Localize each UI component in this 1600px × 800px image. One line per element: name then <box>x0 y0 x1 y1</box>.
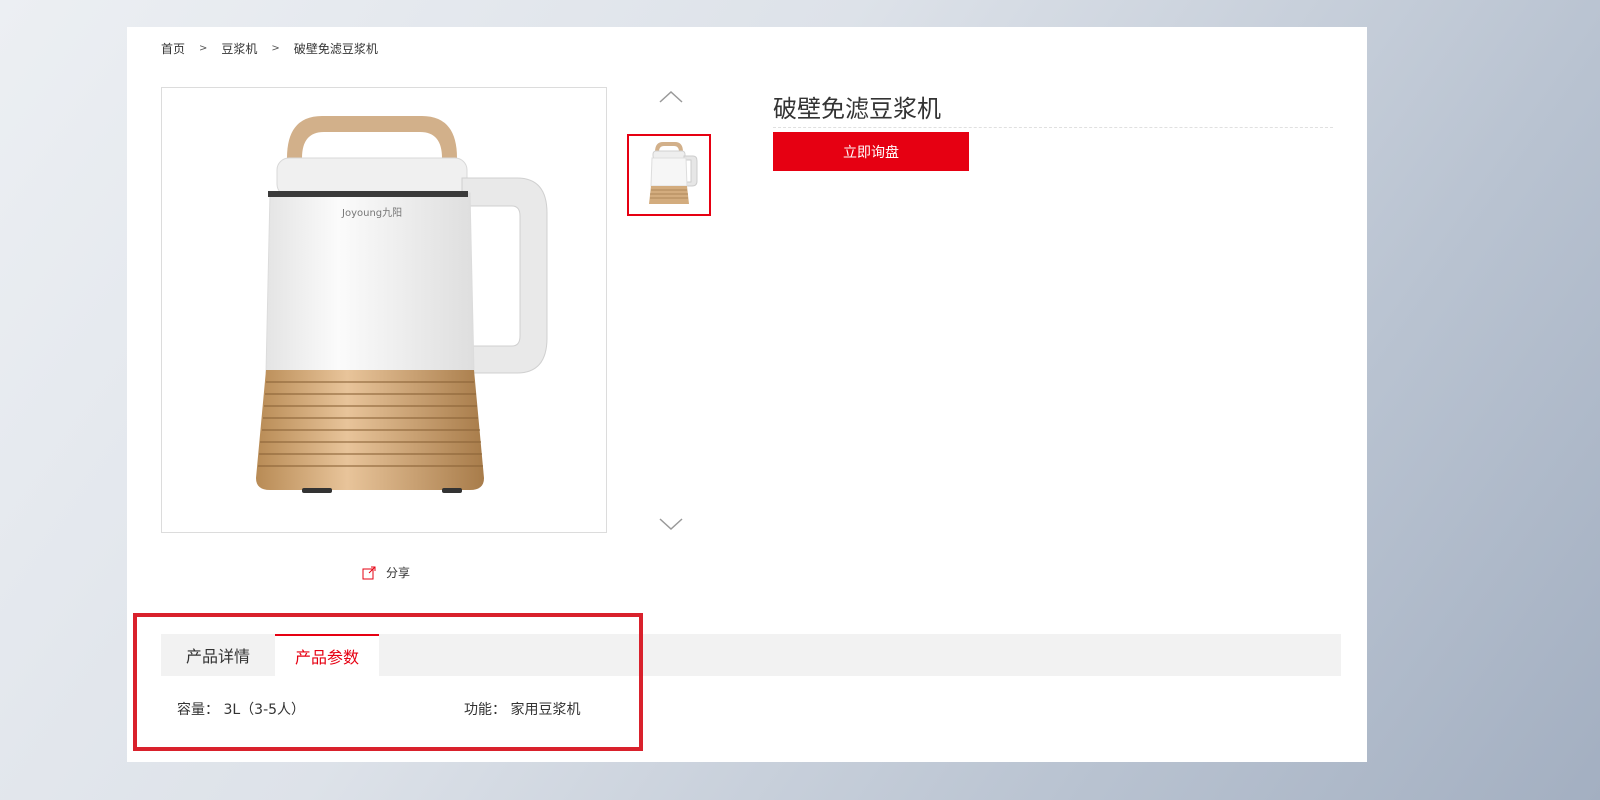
share-label: 分享 <box>386 566 411 580</box>
param-label: 容量： <box>177 702 219 718</box>
product-title: 破壁免滤豆浆机 <box>773 95 941 123</box>
product-tabs: 产品详情 产品参数 <box>161 634 1341 676</box>
param-function: 功能： 家用豆浆机 <box>464 699 580 719</box>
share-icon <box>362 566 376 580</box>
breadcrumb-separator: > <box>199 43 208 54</box>
chevron-down-icon <box>659 518 683 531</box>
param-value: 家用豆浆机 <box>510 702 581 718</box>
thumbnail-scroll-down-button[interactable] <box>657 514 685 534</box>
tab-product-params[interactable]: 产品参数 <box>275 634 379 676</box>
product-thumbnail[interactable] <box>627 134 711 216</box>
param-value: 3L（3-5人） <box>223 702 306 718</box>
breadcrumb-current: 破壁免滤豆浆机 <box>293 42 378 56</box>
thumbnail-scroll-up-button[interactable] <box>657 87 685 107</box>
param-label: 功能： <box>464 702 506 718</box>
breadcrumb-home[interactable]: 首页 <box>161 40 185 57</box>
product-panel: 首页 > 豆浆机 > 破壁免滤豆浆机 Joyoung九阳 分享 破壁免滤豆浆机 … <box>127 27 1367 762</box>
soymilk-maker-thumbnail-image <box>649 142 698 204</box>
breadcrumb: 首页 > 豆浆机 > 破壁免滤豆浆机 <box>161 40 378 57</box>
inquiry-button[interactable]: 立即询盘 <box>773 132 969 171</box>
product-main-image: Joyoung九阳 <box>161 87 607 533</box>
title-divider <box>773 127 1333 128</box>
chevron-up-icon <box>659 90 683 103</box>
param-capacity: 容量： 3L（3-5人） <box>177 699 305 719</box>
brand-logo-text: Joyoung九阳 <box>341 207 402 219</box>
breadcrumb-separator: > <box>271 43 280 54</box>
share-button[interactable]: 分享 <box>362 564 410 581</box>
tab-product-details[interactable]: 产品详情 <box>161 634 275 676</box>
soymilk-maker-image: Joyoung九阳 <box>256 116 548 493</box>
breadcrumb-category[interactable]: 豆浆机 <box>221 40 257 57</box>
